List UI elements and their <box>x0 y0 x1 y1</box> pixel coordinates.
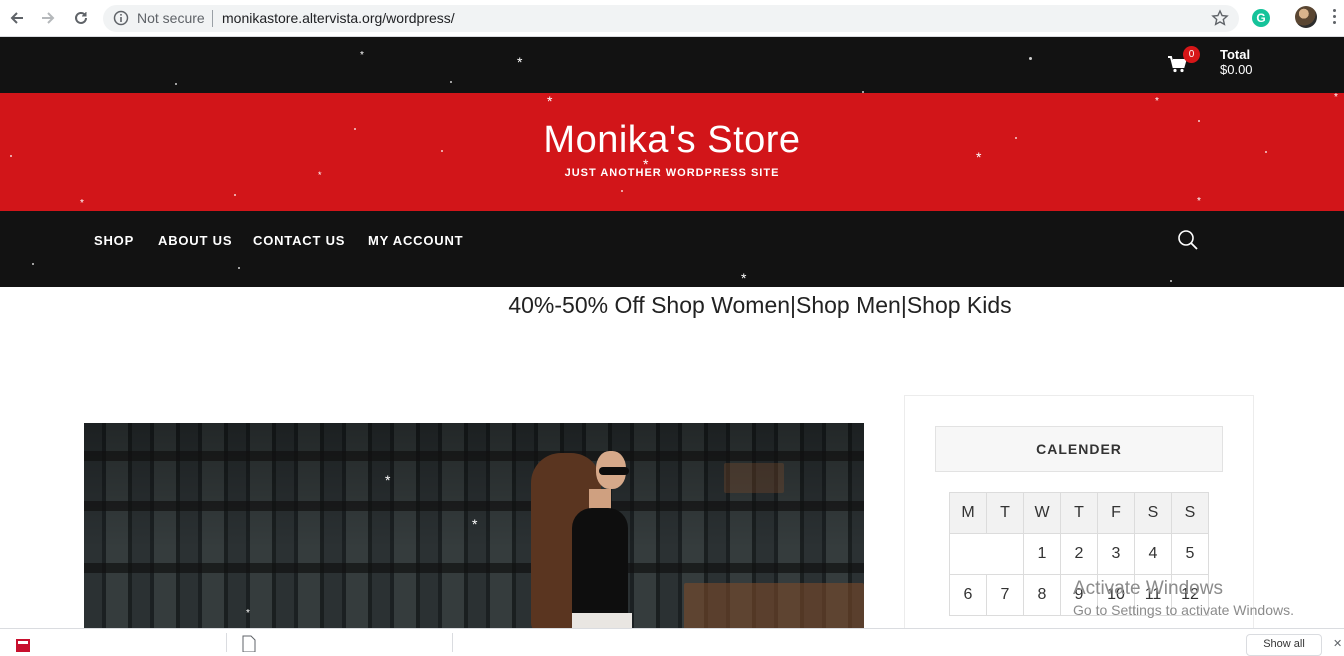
profile-avatar[interactable] <box>1295 6 1317 28</box>
info-icon[interactable] <box>113 10 129 26</box>
reload-icon <box>75 11 87 24</box>
calendar-day: 5 <box>1171 533 1209 575</box>
snow-dot <box>441 150 443 152</box>
calendar-day: 8 <box>1023 574 1061 616</box>
snowflake-icon: * <box>472 516 478 532</box>
hero-rust-patch <box>684 583 864 631</box>
weekday-header: W <box>1023 492 1061 534</box>
weekday-header: T <box>1060 492 1098 534</box>
calendar-header-row: M T W T F S S <box>949 492 1209 534</box>
hero-beam <box>84 501 864 511</box>
nav-item-about-us[interactable]: ABOUT US <box>158 233 232 248</box>
snow-dot <box>234 194 236 196</box>
snowflake-icon: * <box>517 54 523 70</box>
model-top <box>572 508 628 618</box>
snowflake-icon: * <box>385 472 391 488</box>
forward-arrow-icon <box>42 12 55 24</box>
snowflake-icon: * <box>318 170 322 180</box>
weekday-header: F <box>1097 492 1135 534</box>
show-all-button[interactable]: Show all <box>1246 634 1322 656</box>
snow-dot <box>621 190 623 192</box>
browser-toolbar: Not secure monikastore.altervista.org/wo… <box>0 0 1344 37</box>
url-text[interactable]: monikastore.altervista.org/wordpress/ <box>222 10 455 26</box>
close-icon[interactable]: ✕ <box>1333 637 1342 650</box>
calendar-title: CALENDER <box>935 426 1223 472</box>
search-icon[interactable] <box>1177 229 1199 251</box>
download-file-icon[interactable] <box>14 635 32 652</box>
bookmark-star-icon[interactable] <box>1211 9 1229 27</box>
snow-dot <box>175 83 177 85</box>
hero-rust-patch <box>724 463 784 493</box>
calendar-pad-cell <box>949 533 1024 575</box>
calendar-day: 2 <box>1060 533 1098 575</box>
calendar-day: 7 <box>986 574 1024 616</box>
watermark-line-1: Activate Windows <box>1073 578 1223 599</box>
snowflake-icon: * <box>1334 92 1338 103</box>
site-tagline: JUST ANOTHER WORDPRESS SITE <box>564 167 780 179</box>
snow-dot <box>32 263 34 265</box>
cart-total-label[interactable]: Total <box>1220 47 1250 62</box>
snowflake-icon: * <box>1197 196 1201 207</box>
forward-button[interactable] <box>37 7 59 29</box>
promo-headline: 40%-50% Off Shop Women|Shop Men|Shop Kid… <box>508 292 1012 318</box>
site-topbar: 0 Total $0.00 * * <box>0 37 1344 93</box>
snowflake-icon: * <box>976 149 982 165</box>
calendar-day: 3 <box>1097 533 1135 575</box>
download-separator <box>452 633 453 652</box>
snowflake-icon: * <box>246 608 250 619</box>
snow-dot <box>1170 280 1172 282</box>
model-sunglasses <box>599 467 629 475</box>
weekday-header: M <box>949 492 987 534</box>
snowflake-icon: * <box>360 50 364 61</box>
snow-dot <box>1015 137 1017 139</box>
snow-dot <box>238 267 240 269</box>
back-button[interactable] <box>6 7 28 29</box>
snow-dot <box>1029 57 1032 60</box>
snow-dot <box>450 81 452 83</box>
calendar-day: 4 <box>1134 533 1172 575</box>
snow-dot <box>1265 151 1267 153</box>
hero-beam <box>84 563 864 573</box>
weekday-header: S <box>1134 492 1172 534</box>
address-separator <box>212 10 213 27</box>
security-label: Not secure <box>137 10 205 26</box>
site-header-banner: Monika's Store JUST ANOTHER WORDPRESS SI… <box>0 93 1344 211</box>
snowflake-icon: * <box>80 198 84 209</box>
calendar-day: 1 <box>1023 533 1061 575</box>
snowflake-icon: * <box>643 156 649 172</box>
calendar-week-row: 1 2 3 4 5 <box>949 533 1209 575</box>
site-title[interactable]: Monika's Store <box>0 119 1344 162</box>
cart-count-badge: 0 <box>1183 46 1200 63</box>
back-arrow-icon <box>10 12 23 24</box>
snowflake-icon: * <box>547 93 553 109</box>
snowflake-icon: * <box>741 270 747 286</box>
snowflake-icon: * <box>1155 96 1159 107</box>
weekday-header: S <box>1171 492 1209 534</box>
reload-button[interactable] <box>70 7 92 29</box>
hero-image[interactable]: * * * <box>84 423 864 631</box>
snow-dot <box>1198 120 1200 122</box>
document-file-icon[interactable] <box>242 635 256 652</box>
calendar-day: 6 <box>949 574 987 616</box>
nav-item-shop[interactable]: SHOP <box>94 233 134 248</box>
grammarly-extension-icon[interactable]: G <box>1252 9 1270 27</box>
address-bar[interactable]: Not secure monikastore.altervista.org/wo… <box>103 5 1239 32</box>
download-separator <box>226 633 227 652</box>
windows-activation-watermark: Activate Windows Go to Settings to activ… <box>1073 578 1294 618</box>
weekday-header: T <box>986 492 1024 534</box>
main-navigation: SHOP ABOUT US CONTACT US MY ACCOUNT * <box>0 211 1344 287</box>
nav-item-contact-us[interactable]: CONTACT US <box>253 233 345 248</box>
downloads-bar: Show all ✕ <box>0 628 1344 656</box>
browser-menu-icon[interactable] <box>1333 9 1337 27</box>
snow-dot <box>10 155 12 157</box>
snow-dot <box>354 128 356 130</box>
watermark-line-2: Go to Settings to activate Windows. <box>1073 602 1294 618</box>
cart-total-value[interactable]: $0.00 <box>1220 62 1253 77</box>
nav-item-my-account[interactable]: MY ACCOUNT <box>368 233 463 248</box>
hero-beam <box>84 451 864 461</box>
